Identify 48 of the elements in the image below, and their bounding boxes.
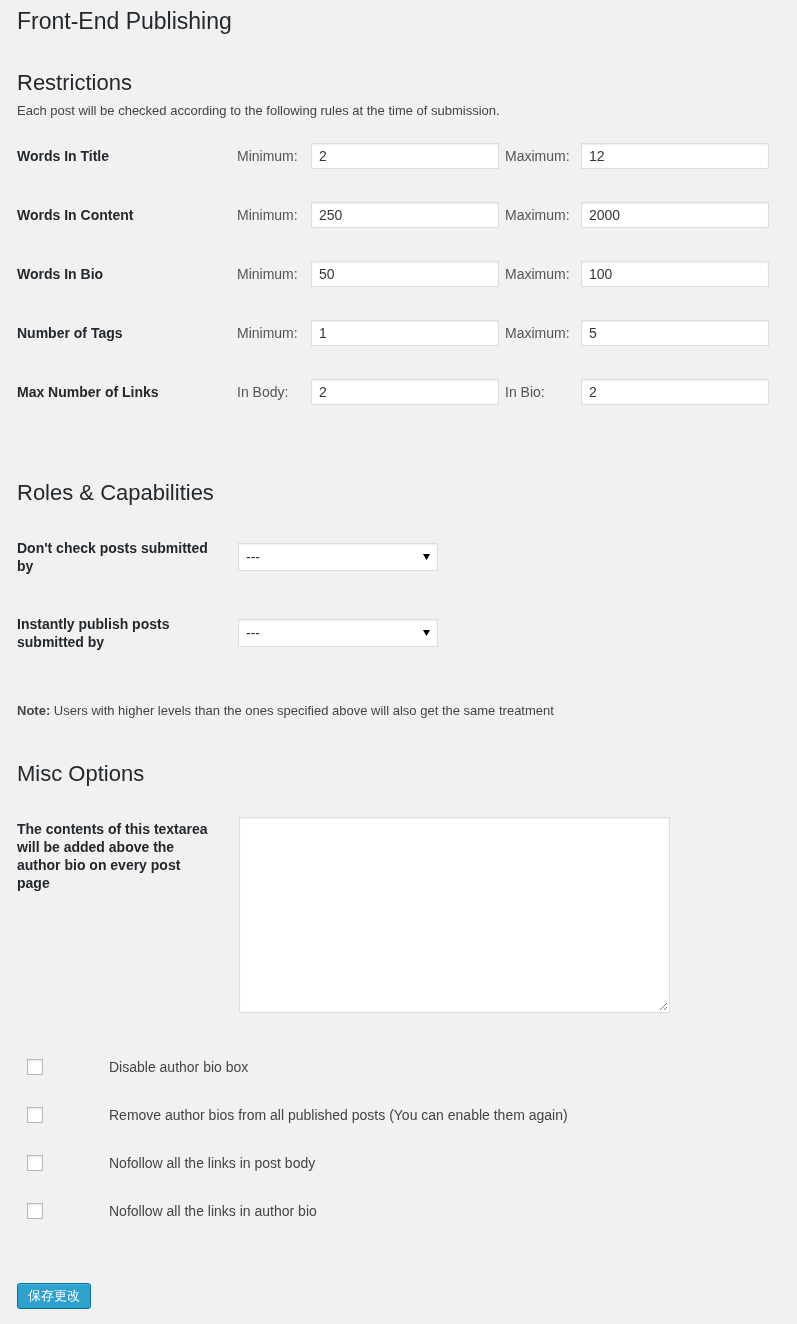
input-field[interactable]: 250 <box>311 202 499 228</box>
field-label: In Body: <box>237 382 290 402</box>
field-label: Minimum: <box>237 146 299 166</box>
page-title: Front-End Publishing <box>17 7 232 36</box>
section-description: Each post will be checked according to the following rules at the time of submission. <box>17 102 500 120</box>
textarea-label: The contents of this textarea will be added above the author bio on every post page <box>17 820 209 892</box>
caret-icon <box>423 554 430 560</box>
section-heading: Misc Options <box>17 760 145 788</box>
row-label: Don't check posts submitted by <box>17 539 209 575</box>
note-text: Note: Users with higher levels than the ones specified above will also get the same treatment <box>17 702 554 720</box>
input-field[interactable]: 50 <box>311 261 499 287</box>
input-field[interactable]: 2 <box>311 379 499 405</box>
checkbox-label: Disable author bio box <box>109 1058 249 1076</box>
section-heading: Roles & Capabilities <box>17 479 214 507</box>
field-label: Maximum: <box>505 205 571 225</box>
input-field[interactable]: 12 <box>581 143 769 169</box>
field-label: Minimum: <box>237 264 299 284</box>
field-label: In Bio: <box>505 382 546 402</box>
row-label: Words In Content <box>17 207 134 223</box>
input-field[interactable]: 2000 <box>581 202 769 228</box>
checkbox-label: Nofollow all the links in post body <box>109 1154 316 1172</box>
row-label: Max Number of Links <box>17 384 159 400</box>
select-field[interactable]: --- <box>238 619 438 647</box>
field-label: Maximum: <box>505 146 571 166</box>
field-label: Maximum: <box>505 264 571 284</box>
input-field[interactable]: 100 <box>581 261 769 287</box>
input-field[interactable]: 1 <box>311 320 499 346</box>
section-heading: Restrictions <box>17 69 132 97</box>
input-field[interactable]: 2 <box>581 379 769 405</box>
caret-icon <box>423 630 430 636</box>
checkbox-label: Nofollow all the links in author bio <box>109 1202 317 1220</box>
row-label: Instantly publish posts submitted by <box>17 615 171 651</box>
field-label: Minimum: <box>237 205 299 225</box>
input-field[interactable]: 2 <box>311 143 499 169</box>
checkbox[interactable] <box>27 1059 43 1075</box>
field-label: Maximum: <box>505 323 571 343</box>
row-label: Words In Bio <box>17 266 104 282</box>
row-label: Number of Tags <box>17 325 123 341</box>
select-field[interactable]: --- <box>238 543 438 571</box>
checkbox-label: Remove author bios from all published posts (You can enable them again) <box>109 1106 568 1124</box>
resize-handle-icon[interactable] <box>659 1002 667 1010</box>
textarea-field[interactable] <box>239 817 670 1013</box>
checkbox[interactable] <box>27 1155 43 1171</box>
checkbox[interactable] <box>27 1203 43 1219</box>
input-field[interactable]: 5 <box>581 320 769 346</box>
field-label: Minimum: <box>237 323 299 343</box>
checkbox[interactable] <box>27 1107 43 1123</box>
row-label: Words In Title <box>17 148 110 164</box>
